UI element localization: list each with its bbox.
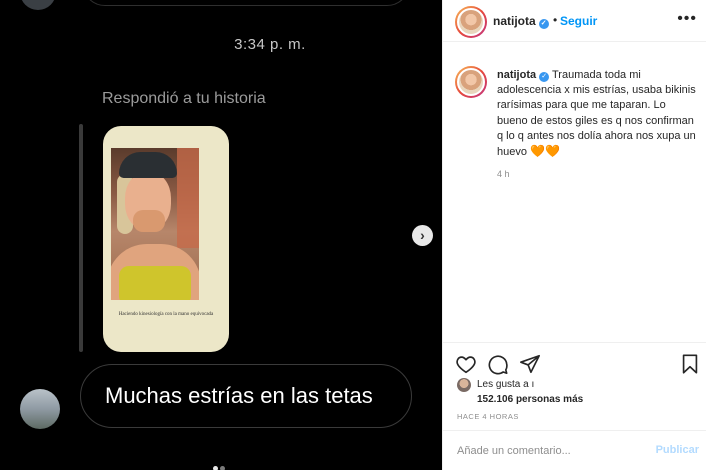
more-options-icon[interactable]: ••• xyxy=(677,10,697,28)
publish-button[interactable]: Publicar xyxy=(656,444,699,456)
avatar xyxy=(20,389,60,429)
likes-more[interactable]: personas más xyxy=(516,394,583,405)
likes-count[interactable]: 152.106 personas más xyxy=(477,394,583,405)
carousel-dot xyxy=(213,466,218,470)
avatar[interactable] xyxy=(455,66,487,98)
username[interactable]: natijota xyxy=(493,14,536,28)
likes-label: Les gusta a ı xyxy=(477,379,535,390)
comment-input[interactable] xyxy=(457,443,647,459)
verified-badge-icon: ✓ xyxy=(538,19,549,29)
post-timestamp[interactable]: HACE 4 HORAS xyxy=(457,412,519,421)
post-panel: natijota ✓ • Seguir ••• natijota ✓ Traumad… xyxy=(442,0,706,470)
avatar[interactable] xyxy=(455,6,487,38)
story-caption: Haciendo kinesiología con la mano equivo… xyxy=(118,312,214,317)
caption-emoji: 🧡🧡 xyxy=(530,144,560,159)
avatar xyxy=(20,0,56,10)
action-bar xyxy=(443,342,706,380)
previous-message-bubble xyxy=(82,0,410,6)
comment-icon[interactable] xyxy=(487,353,509,375)
story-photo xyxy=(111,148,199,300)
follow-button[interactable]: Seguir xyxy=(560,14,597,28)
reply-indicator-bar xyxy=(79,124,83,352)
caption-timestamp[interactable]: 4 h xyxy=(497,169,510,179)
likes-number[interactable]: 152.106 xyxy=(477,394,513,405)
share-icon[interactable] xyxy=(519,353,541,375)
dm-timestamp: 3:34 p. m. xyxy=(234,36,306,53)
caption-body: Traumada toda mi adolescencia x mis estr… xyxy=(497,69,696,159)
heart-icon[interactable] xyxy=(455,353,477,375)
verified-badge-icon: ✓ xyxy=(539,72,550,82)
bookmark-icon[interactable] xyxy=(679,353,701,375)
separator-dot: • xyxy=(553,13,558,27)
carousel-dots xyxy=(212,458,226,470)
avatar[interactable] xyxy=(457,378,471,392)
chevron-right-icon[interactable]: › xyxy=(412,225,433,246)
username[interactable]: natijota xyxy=(497,69,536,81)
message-bubble: Muchas estrías en las tetas xyxy=(80,364,412,428)
post-header: natijota ✓ • Seguir ••• xyxy=(443,0,706,42)
post-media: 3:34 p. m. Respondió a tu historia Hacie… xyxy=(0,0,442,470)
caption-text: natijota ✓ Traumada toda mi adolescencia … xyxy=(497,68,697,160)
story-thumbnail: Haciendo kinesiología con la mano equivo… xyxy=(103,126,229,352)
comment-bar: Publicar xyxy=(443,430,706,470)
username-link[interactable]: natijota ✓ xyxy=(493,14,549,29)
carousel-dot xyxy=(220,466,225,470)
story-reply-label: Respondió a tu historia xyxy=(102,90,266,107)
